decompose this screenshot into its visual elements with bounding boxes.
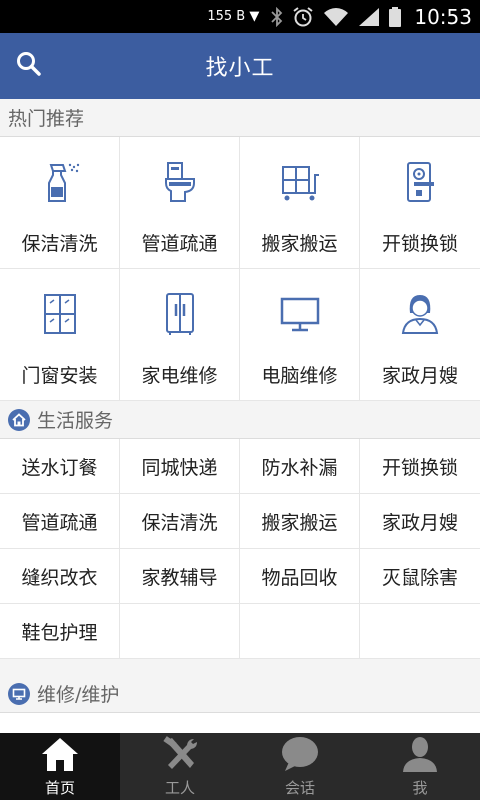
service-item[interactable]: 家教辅导 [120, 549, 240, 604]
section-life-header: 生活服务 [0, 401, 480, 439]
person-icon [397, 291, 443, 337]
content-scroll[interactable]: 热门推荐 保洁清洗 管道疏通 搬家搬运 开锁换锁 门窗安装 家电维修 电脑维修 … [0, 99, 480, 733]
hot-item-window[interactable]: 门窗安装 [0, 269, 120, 401]
hot-item-appliance[interactable]: 家电维修 [120, 269, 240, 401]
hot-item-lock[interactable]: 开锁换锁 [360, 137, 480, 269]
service-item[interactable]: 管道疏通 [0, 494, 120, 549]
hot-item-label: 家政月嫂 [381, 365, 458, 387]
hot-item-label: 门窗安装 [21, 365, 98, 387]
bottom-nav: 首页 工人 会话 我 [0, 733, 480, 800]
nav-workers[interactable]: 工人 [120, 733, 240, 800]
toilet-icon [157, 159, 203, 205]
service-item[interactable]: 保洁清洗 [120, 494, 240, 549]
nav-me[interactable]: 我 [360, 733, 480, 800]
service-item[interactable]: 灭鼠除害 [360, 549, 480, 604]
section-life-title: 生活服务 [37, 410, 114, 432]
hot-item-label: 电脑维修 [261, 365, 338, 387]
home-icon [8, 408, 30, 431]
service-item-empty [360, 604, 480, 659]
network-speed: 155 B ▼ [207, 9, 260, 24]
hot-item-label: 家电维修 [141, 365, 218, 387]
nav-label: 我 [412, 779, 428, 797]
hot-item-housekeeping[interactable]: 家政月嫂 [360, 269, 480, 401]
hot-item-label: 搬家搬运 [261, 233, 338, 255]
service-item[interactable]: 搬家搬运 [240, 494, 360, 549]
hot-item-label: 管道疏通 [141, 233, 218, 255]
alarm-icon [292, 6, 314, 28]
service-item[interactable]: 鞋包护理 [0, 604, 120, 659]
door-lock-icon [397, 159, 443, 205]
user-icon [398, 733, 442, 775]
monitor-icon [277, 291, 323, 337]
life-service-grid: 送水订餐 同城快递 防水补漏 开锁换锁 管道疏通 保洁清洗 搬家搬运 家政月嫂 … [0, 439, 480, 659]
service-item[interactable]: 防水补漏 [240, 439, 360, 494]
nav-label: 会话 [284, 779, 315, 797]
nav-home[interactable]: 首页 [0, 733, 120, 800]
service-item-empty [240, 604, 360, 659]
hot-grid: 保洁清洗 管道疏通 搬家搬运 开锁换锁 门窗安装 家电维修 电脑维修 家政月嫂 [0, 137, 480, 401]
section-repair-header: 维修/维护 [0, 675, 480, 713]
hot-item-computer[interactable]: 电脑维修 [240, 269, 360, 401]
section-repair-title: 维修/维护 [37, 684, 120, 706]
status-bar: 155 B ▼ 10:53 [0, 0, 480, 33]
hot-item-label: 开锁换锁 [381, 233, 458, 255]
battery-icon [389, 6, 402, 27]
hot-item-cleaning[interactable]: 保洁清洗 [0, 137, 120, 269]
hot-item-label: 保洁清洗 [21, 233, 98, 255]
page-title: 找小工 [205, 56, 275, 81]
nav-chat[interactable]: 会话 [240, 733, 360, 800]
service-item-empty [120, 604, 240, 659]
bluetooth-icon [271, 6, 283, 27]
chat-bubble-icon [278, 733, 322, 775]
nav-label: 首页 [44, 779, 75, 797]
search-icon [16, 51, 42, 81]
hot-item-pipe[interactable]: 管道疏通 [120, 137, 240, 269]
service-item[interactable]: 物品回收 [240, 549, 360, 604]
signal-icon [358, 7, 380, 27]
tools-icon [158, 733, 202, 775]
section-divider [0, 659, 480, 675]
cart-icon [277, 159, 323, 205]
service-item[interactable]: 开锁换锁 [360, 439, 480, 494]
service-item[interactable]: 同城快递 [120, 439, 240, 494]
wifi-icon [323, 7, 349, 27]
nav-label: 工人 [164, 779, 195, 797]
monitor-icon [8, 682, 30, 705]
section-hot-title: 热门推荐 [0, 99, 480, 137]
app-header: 找小工 [0, 33, 480, 99]
service-item[interactable]: 缝织改衣 [0, 549, 120, 604]
home-icon [38, 733, 82, 775]
fridge-icon [157, 291, 203, 337]
clock: 10:53 [414, 4, 472, 29]
hot-item-moving[interactable]: 搬家搬运 [240, 137, 360, 269]
spray-bottle-icon [37, 159, 83, 205]
search-button[interactable] [14, 51, 44, 81]
window-icon [37, 291, 83, 337]
service-item[interactable]: 家政月嫂 [360, 494, 480, 549]
service-item[interactable]: 送水订餐 [0, 439, 120, 494]
